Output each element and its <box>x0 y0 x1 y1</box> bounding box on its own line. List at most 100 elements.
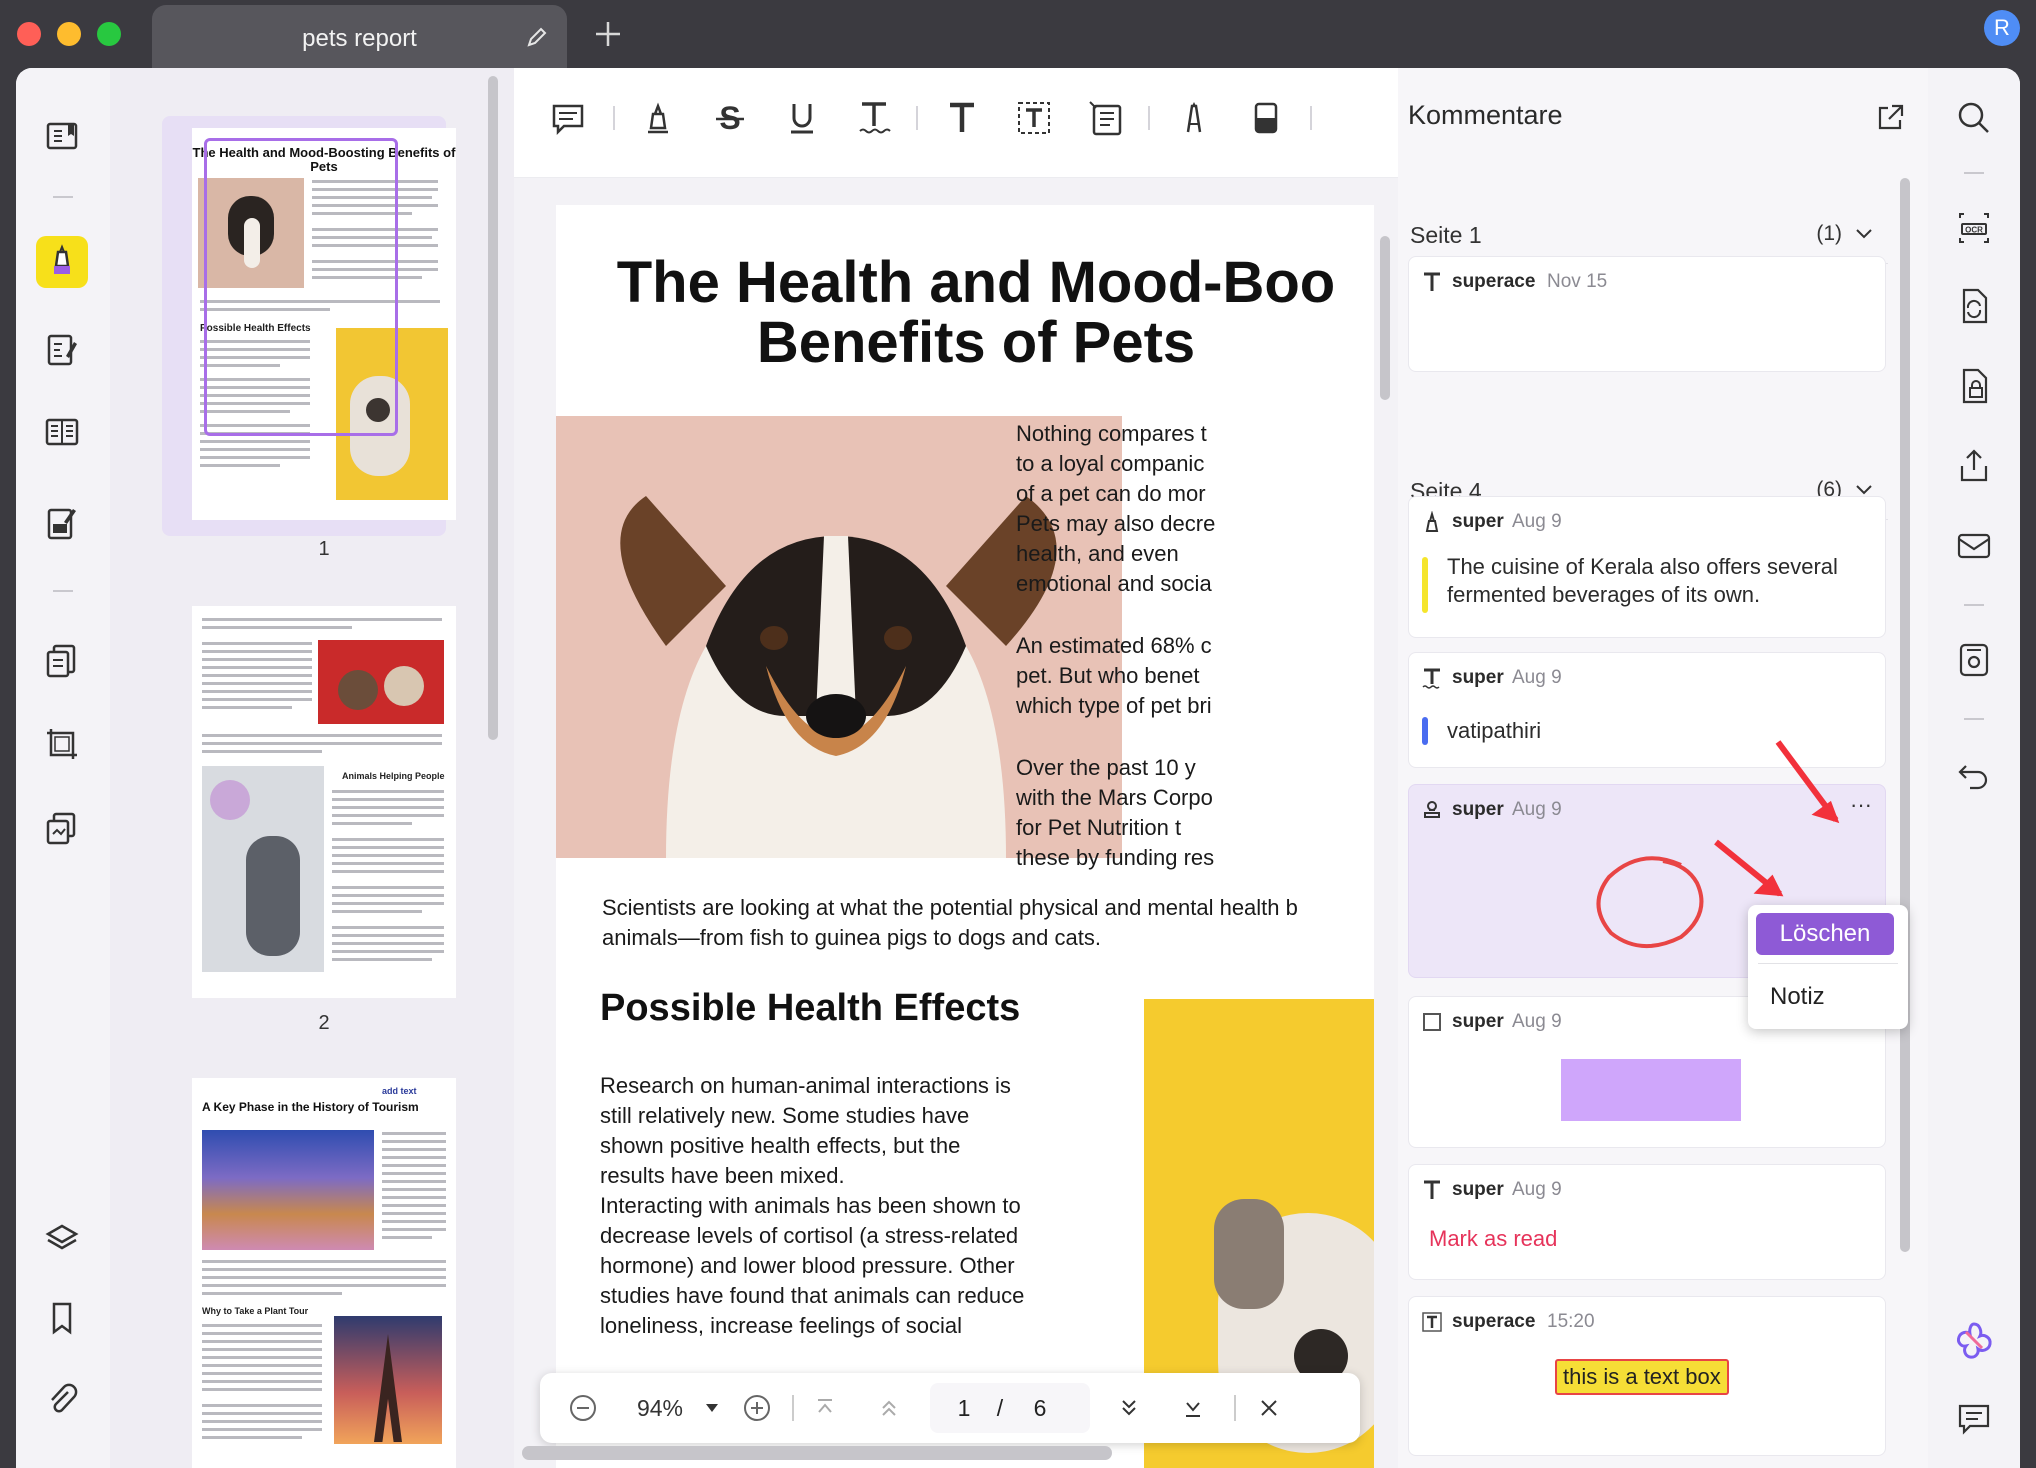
last-page-button[interactable] <box>1176 1391 1210 1425</box>
zoom-level[interactable]: 94% <box>620 1391 700 1425</box>
comment-card[interactable]: super Aug 9 The cuisine of Kerala also o… <box>1408 496 1886 638</box>
comment-card[interactable]: superace 15:20 this is a text box <box>1408 1296 1886 1456</box>
text-icon <box>1424 1180 1440 1199</box>
next-page-button[interactable] <box>1112 1391 1146 1425</box>
document-view: S The Health and Mood-Boo Benefits of Pe… <box>514 68 1398 1468</box>
attachments-button[interactable] <box>36 1374 88 1426</box>
highlight-tool[interactable] <box>634 94 682 142</box>
left-toolbar <box>16 68 110 1468</box>
rectangle-icon <box>1423 1013 1441 1031</box>
save-icon[interactable] <box>1954 640 1994 680</box>
title-bar: pets report R <box>0 0 2036 70</box>
maximize-window-button[interactable] <box>97 22 121 46</box>
nav-divider <box>792 1395 794 1421</box>
form-sign-icon <box>47 508 76 540</box>
pencil-tool[interactable] <box>1170 94 1218 142</box>
squiggly-text-icon <box>859 102 891 134</box>
section-seite-1[interactable]: Seite 1 (1) <box>1410 202 1888 264</box>
thumbnail-panel: The Health and Mood-Boosting Benefits of… <box>110 68 514 1468</box>
page-title-line-1: The Health and Mood-Boo <box>616 250 1336 315</box>
search-icon[interactable] <box>1954 98 1994 138</box>
user-avatar[interactable]: R <box>1984 10 2020 46</box>
protect-pdf-icon[interactable] <box>1954 366 1994 406</box>
current-page[interactable]: 1 <box>944 1391 984 1425</box>
comment-card[interactable]: superace Nov 15 <box>1408 256 1886 372</box>
nav-divider <box>1234 1395 1236 1421</box>
toolbar-divider <box>1148 106 1150 130</box>
thumbnail-annotation-frame <box>204 138 398 436</box>
textbox-tool[interactable] <box>1010 94 1058 142</box>
book-icon <box>46 122 78 150</box>
last-page-icon <box>1186 1402 1200 1417</box>
zoom-in-button[interactable] <box>740 1391 774 1425</box>
highlighter-icon <box>1425 511 1439 532</box>
zoom-out-button[interactable] <box>566 1391 600 1425</box>
paragraph-1: Research on human-animal interactions is… <box>600 1073 1011 1188</box>
underline-tool[interactable] <box>778 94 826 142</box>
text-icon <box>1424 272 1440 291</box>
chevron-down-icon <box>706 1404 718 1412</box>
delete-menu-item[interactable]: Löschen <box>1756 913 1894 955</box>
comments-panel-icon[interactable] <box>1954 1398 1994 1438</box>
strikethrough-tool[interactable]: S <box>706 94 754 142</box>
highlighter-icon <box>54 244 70 274</box>
page-thumbnail-2[interactable]: Animals Helping People <box>192 606 456 998</box>
note-menu-item[interactable]: Notiz <box>1756 975 1894 1019</box>
page-thumbnail-3[interactable]: add text A Key Phase in the History of T… <box>192 1078 456 1468</box>
note-tool[interactable] <box>544 94 592 142</box>
document-scrollbar[interactable] <box>1380 236 1390 400</box>
convert-pdf-icon[interactable] <box>1954 286 1994 326</box>
squiggly-tool[interactable] <box>850 94 898 142</box>
text-callout-tool[interactable] <box>1082 94 1130 142</box>
new-tab-plus-icon[interactable] <box>592 18 624 50</box>
rename-pencil-icon[interactable] <box>525 25 549 49</box>
first-page-button[interactable] <box>808 1391 842 1425</box>
double-chevron-up-icon <box>882 1400 896 1416</box>
export-comments-icon[interactable] <box>1874 102 1906 134</box>
reader-mode-button[interactable] <box>36 110 88 162</box>
paperclip-icon <box>51 1383 78 1413</box>
comment-mode-button[interactable] <box>36 236 88 288</box>
document-tab[interactable]: pets report <box>152 5 567 70</box>
toolbar-divider <box>53 590 73 592</box>
tab-title: pets report <box>302 25 417 52</box>
thumbnail-section: Animals Helping People <box>342 771 445 781</box>
share-icon[interactable] <box>1954 446 1994 486</box>
thumbnail-city-image <box>202 1130 374 1250</box>
edit-pdf-button[interactable] <box>36 324 88 376</box>
close-icon <box>1261 1400 1277 1416</box>
text-tool[interactable] <box>938 94 986 142</box>
minimize-window-button[interactable] <box>57 22 81 46</box>
close-window-button[interactable] <box>17 22 41 46</box>
edit-document-icon <box>47 334 77 366</box>
highlighter-icon <box>648 102 668 134</box>
chevron-down-icon <box>1856 229 1872 239</box>
textbox-annotation-preview: this is a text box <box>1555 1359 1729 1395</box>
undo-icon[interactable] <box>1954 756 1994 796</box>
fill-sign-button[interactable] <box>36 498 88 550</box>
comment-card[interactable]: super Aug 9 Mark as read <box>1408 1164 1886 1280</box>
bookmarks-button[interactable] <box>36 1292 88 1344</box>
toolbar-divider <box>1310 106 1312 130</box>
compare-button[interactable] <box>36 802 88 854</box>
convert-button[interactable] <box>36 634 88 686</box>
close-nav-button[interactable] <box>1252 1391 1286 1425</box>
ai-assistant-icon[interactable] <box>1954 1320 1994 1360</box>
page-thumbnail-1[interactable]: The Health and Mood-Boosting Benefits of… <box>192 128 456 520</box>
previous-page-button[interactable] <box>872 1391 906 1425</box>
zoom-dropdown[interactable] <box>702 1391 722 1425</box>
layers-button[interactable] <box>36 1212 88 1264</box>
menu-divider <box>1758 963 1898 964</box>
thumbnail-scrollbar[interactable] <box>488 76 498 740</box>
comments-scrollbar[interactable] <box>1900 178 1910 1252</box>
horizontal-scrollbar[interactable] <box>522 1446 1112 1460</box>
ocr-icon[interactable]: OCR <box>1954 208 1994 248</box>
bookmark-icon <box>52 1302 72 1335</box>
organize-pages-button[interactable] <box>36 406 88 458</box>
crop-button[interactable] <box>36 718 88 770</box>
toolbar-divider <box>1964 172 1984 174</box>
email-icon[interactable] <box>1954 526 1994 566</box>
crop-icon <box>47 729 77 759</box>
annotation-toolbar: S <box>514 68 1398 178</box>
eraser-tool[interactable] <box>1242 94 1290 142</box>
